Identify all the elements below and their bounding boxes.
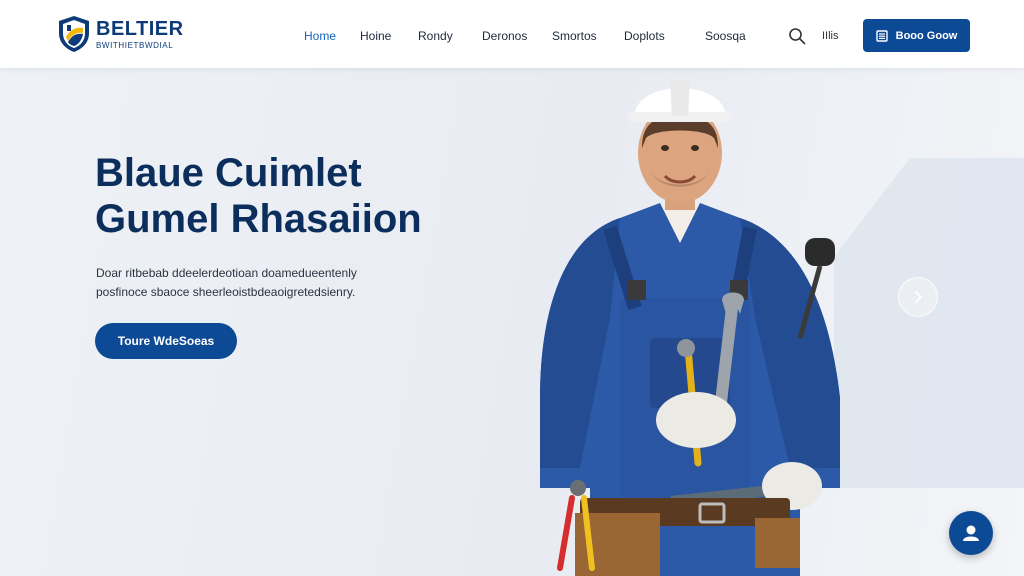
nav-item-4[interactable]: Deronos: [482, 29, 527, 43]
hero-desc-line2: posfinoce sbaoce sheerleoistbdeaoigreted…: [96, 285, 356, 299]
hero-title: Blaue Cuimlet Gumel Rhasaiion: [95, 150, 422, 242]
hero-desc-line1: Doar ritbebab ddeelerdeotioan doamedueen…: [96, 266, 357, 280]
document-icon: [875, 29, 888, 42]
hero-cta-button[interactable]: Toure WdeSoeas: [95, 323, 237, 359]
nav-item-7[interactable]: Soosqa: [705, 29, 746, 43]
nav-item-6[interactable]: Doplots: [624, 29, 665, 43]
nav-item-home[interactable]: Home: [304, 29, 336, 43]
site-header: BELTIER BWITHIETBWDIAL Home Hoine Rondy …: [0, 0, 1024, 68]
language-selector[interactable]: IIlis: [822, 30, 839, 42]
user-chat-icon: [963, 525, 979, 541]
hero-cta-label: Toure WdeSoeas: [117, 334, 215, 348]
header-cta-button[interactable]: Booo Goow: [863, 19, 970, 52]
hero-section: Blaue Cuimlet Gumel Rhasaiion Doar ritbe…: [0, 68, 1024, 576]
nav-item-2[interactable]: Hoine: [360, 29, 391, 43]
search-icon[interactable]: [788, 27, 806, 45]
hero-background-shape: [834, 158, 1024, 488]
chat-button[interactable]: [949, 511, 993, 555]
chevron-right-icon: [915, 291, 922, 303]
nav-item-5[interactable]: Smortos: [552, 29, 597, 43]
header-cta-label: Booo Goow: [895, 29, 958, 42]
hero-title-line2: Gumel Rhasaiion: [95, 197, 422, 241]
worker-photo: [540, 80, 840, 576]
hero-description: Doar ritbebab ddeelerdeotioan doamedueen…: [96, 264, 436, 302]
nav-item-3[interactable]: Rondy: [418, 29, 453, 43]
slider-next-button[interactable]: [898, 277, 938, 317]
hero-title-line1: Blaue Cuimlet: [95, 151, 362, 195]
